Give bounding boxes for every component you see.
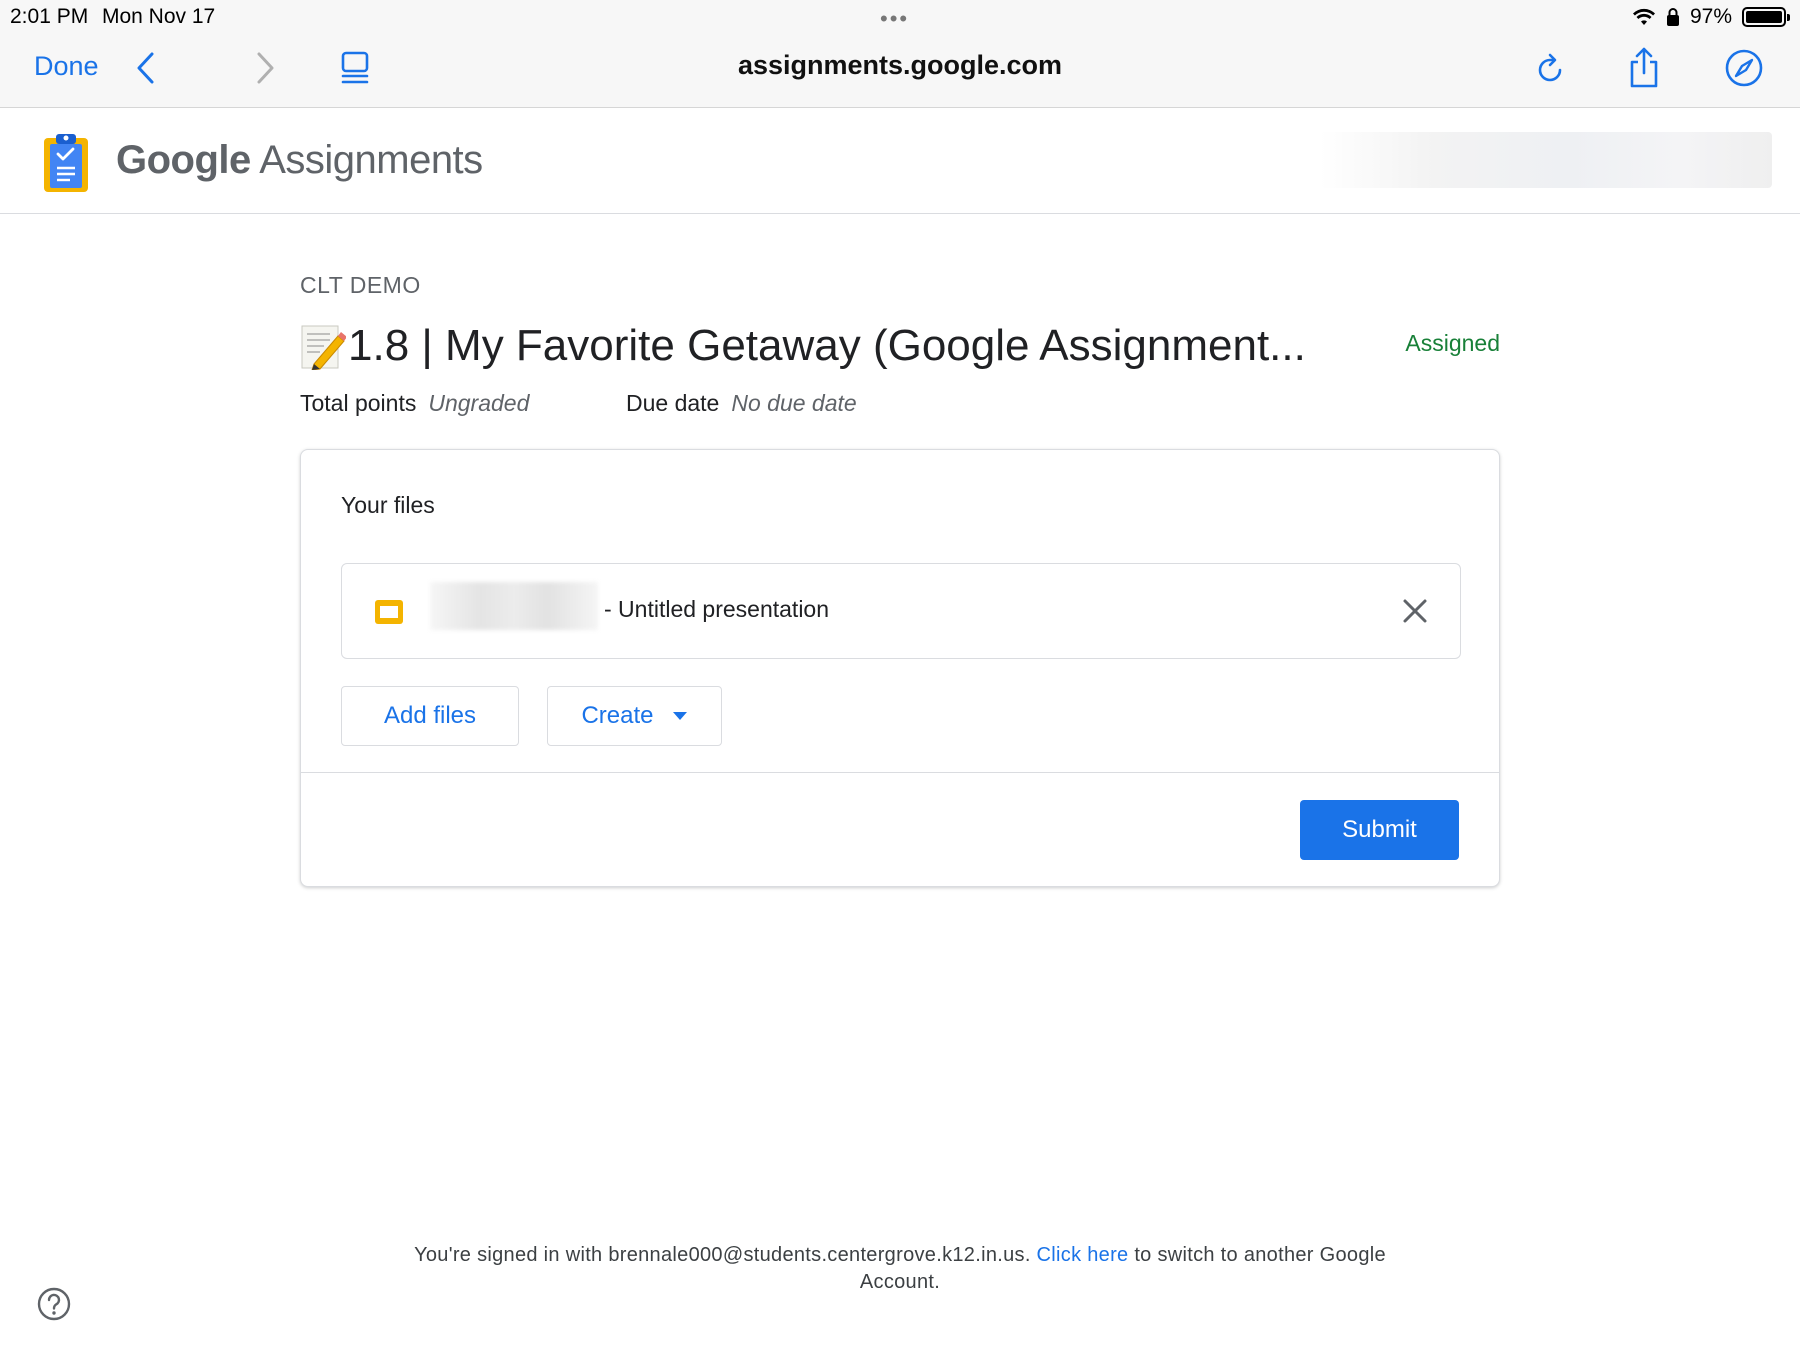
- reload-icon[interactable]: [1528, 46, 1572, 90]
- browser-toolbar: Done assignments.google.com: [0, 34, 1800, 108]
- create-button[interactable]: Create: [547, 686, 722, 746]
- footer-text-before: You're signed in with brennale000@studen…: [414, 1244, 1031, 1266]
- account-area-redacted: [1320, 132, 1772, 188]
- app-header: Google Assignments: [0, 108, 1800, 214]
- total-points-label: Total points: [300, 390, 417, 416]
- brand-product: Assignments: [259, 138, 483, 182]
- due-date-value: No due date: [731, 390, 857, 416]
- assignment-status: Assigned: [1405, 330, 1500, 356]
- total-points-value: Ungraded: [428, 390, 530, 416]
- file-name: - Untitled presentation: [604, 596, 830, 622]
- your-files-card: Your files - Untitled presentation Add f…: [300, 449, 1500, 887]
- footer-line-1: You're signed in with brennale000@studen…: [0, 1242, 1800, 1269]
- course-name: CLT DEMO: [300, 272, 421, 298]
- assignments-logo-icon[interactable]: [42, 130, 90, 194]
- due-date-label: Due date: [626, 390, 720, 416]
- brand-google: Google: [116, 138, 251, 182]
- app-name: Google Assignments: [116, 138, 483, 183]
- compass-icon[interactable]: [1722, 46, 1766, 90]
- share-icon[interactable]: [1622, 46, 1666, 90]
- status-bar: 2:01 PM Mon Nov 17 ••• 97%: [0, 0, 1800, 34]
- status-indicators: 97%: [1632, 5, 1790, 29]
- file-item[interactable]: - Untitled presentation: [341, 563, 1461, 659]
- assignment-title: 1.8 | My Favorite Getaway (Google Assign…: [348, 321, 1306, 370]
- wifi-icon: [1632, 8, 1655, 25]
- battery-percent: 97%: [1689, 5, 1732, 28]
- total-points: Total points Ungraded: [300, 390, 529, 417]
- multitasking-dots-icon[interactable]: •••: [880, 6, 909, 32]
- assignment-title-row: 1.8 | My Favorite Getaway (Google Assign…: [300, 318, 1500, 374]
- slides-icon: [375, 600, 403, 624]
- file-owner-redacted: [430, 582, 598, 630]
- done-button[interactable]: Done: [34, 51, 99, 82]
- battery-icon: [1742, 7, 1790, 27]
- footer-text-after: to switch to another Google: [1134, 1244, 1386, 1266]
- add-files-button[interactable]: Add files: [341, 686, 519, 746]
- your-files-title: Your files: [341, 492, 435, 518]
- footer-line-2: Account.: [859, 1271, 941, 1293]
- help-icon[interactable]: [36, 1286, 72, 1322]
- status-time: 2:01 PM: [10, 5, 89, 28]
- dropdown-arrow-icon: [672, 712, 687, 720]
- signed-in-footer: You're signed in with brennale000@studen…: [0, 1242, 1800, 1296]
- switch-account-link[interactable]: Click here: [1037, 1244, 1129, 1266]
- close-icon[interactable]: [1398, 594, 1432, 628]
- memo-emoji-icon: [301, 325, 346, 370]
- lock-icon: [1666, 8, 1679, 26]
- card-divider: [301, 772, 1499, 773]
- back-arrow-icon[interactable]: [124, 46, 168, 90]
- create-button-label: Create: [581, 702, 654, 729]
- submit-button[interactable]: Submit: [1300, 800, 1459, 860]
- due-date: Due date No due date: [626, 390, 857, 417]
- reader-icon[interactable]: [333, 46, 377, 90]
- status-date: Mon Nov 17: [102, 5, 216, 28]
- forward-arrow-icon[interactable]: [243, 46, 287, 90]
